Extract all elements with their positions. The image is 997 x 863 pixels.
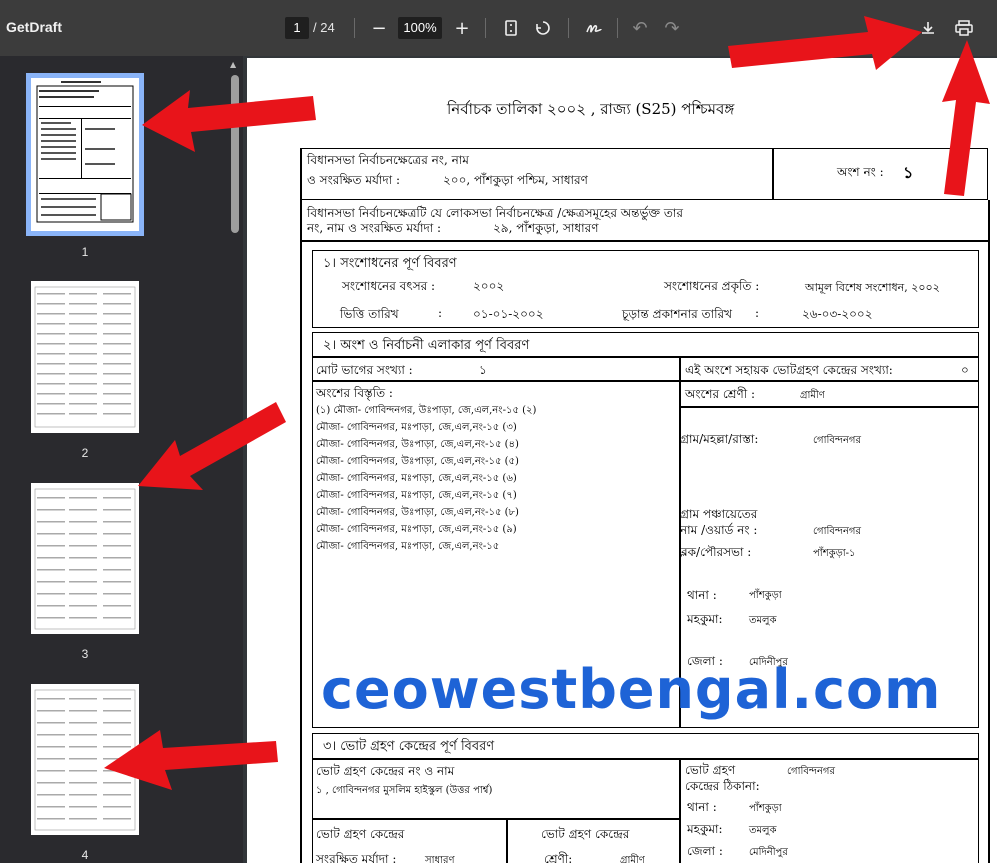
arrow-thumb-3	[138, 402, 286, 490]
arrow-download	[728, 16, 922, 70]
arrow-thumb-1	[142, 90, 316, 152]
annotation-arrows	[104, 16, 990, 790]
arrow-print	[942, 40, 990, 196]
red-arrow-icon	[104, 16, 990, 790]
arrow-thumb-4	[104, 730, 278, 790]
